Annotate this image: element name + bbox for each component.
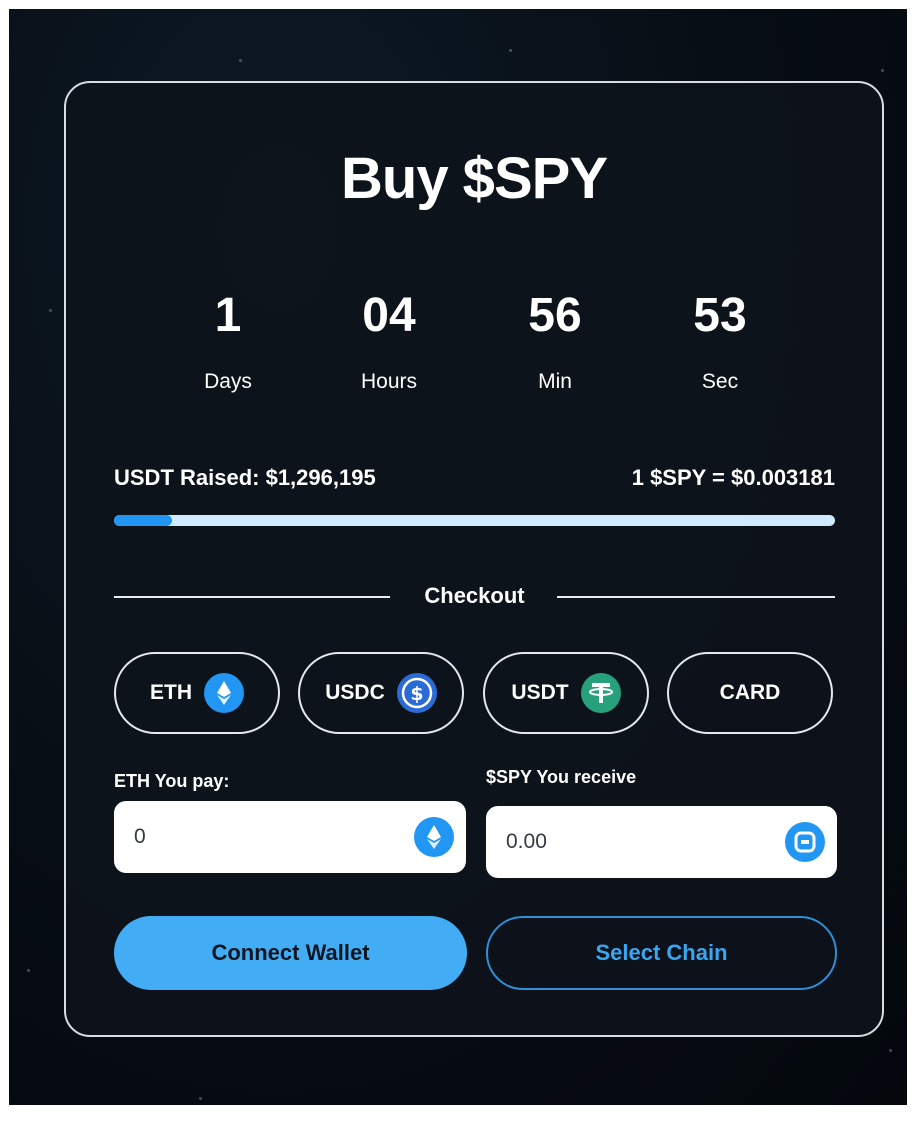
countdown-days-label: Days <box>204 370 252 393</box>
countdown-minutes: 56 Min <box>485 288 625 394</box>
countdown-hours: 04 Hours <box>319 288 459 394</box>
token-price: 1 $SPY = $0.003181 <box>631 465 835 490</box>
svg-text:$: $ <box>410 683 423 705</box>
select-chain-button[interactable]: Select Chain <box>486 916 837 990</box>
connect-wallet-button[interactable]: Connect Wallet <box>114 916 467 990</box>
pay-with-eth-button[interactable]: ETH <box>114 652 280 734</box>
pay-with-card-button[interactable]: CARD <box>667 652 833 734</box>
countdown-seconds-value: 53 <box>693 289 747 342</box>
countdown-minutes-label: Min <box>538 370 572 393</box>
page-background: Buy $SPY 1 Days 04 Hours 56 Min 53 Sec U… <box>9 9 907 1105</box>
pay-amount-input[interactable] <box>134 801 374 873</box>
eth-icon <box>204 673 244 713</box>
widget-title: Buy $SPY <box>341 146 608 211</box>
countdown-seconds: 53 Sec <box>650 288 790 394</box>
spy-token-icon <box>785 822 825 862</box>
raise-progress-bar <box>114 515 835 526</box>
pay-with-usdt-button[interactable]: USDT <box>483 652 649 734</box>
raise-progress-fill <box>114 515 172 526</box>
payment-method-options: ETH USDC $ USDT CARD <box>114 652 835 736</box>
pay-with-usdc-label: USDC <box>325 681 385 704</box>
usdc-icon: $ <box>396 673 437 713</box>
presale-stats: USDT Raised: $1,296,195 1 $SPY = $0.0031… <box>114 465 835 495</box>
countdown-days-value: 1 <box>214 289 242 342</box>
countdown-minutes-value: 56 <box>528 289 582 342</box>
pay-with-card-label: CARD <box>719 681 781 704</box>
divider-line-right <box>557 596 835 598</box>
pay-amount-field[interactable] <box>114 801 466 873</box>
receive-amount-field[interactable] <box>486 806 837 878</box>
countdown-seconds-label: Sec <box>701 370 739 393</box>
checkout-divider: Checkout <box>114 581 835 611</box>
usdt-icon <box>580 673 621 713</box>
countdown-hours-label: Hours <box>360 370 418 393</box>
receive-amount-label: $SPY You receive <box>486 767 637 787</box>
presale-widget: Buy $SPY 1 Days 04 Hours 56 Min 53 Sec U… <box>64 81 884 1037</box>
eth-icon <box>414 817 454 857</box>
receive-amount-input[interactable] <box>506 806 746 878</box>
pay-with-usdc-button[interactable]: USDC $ <box>298 652 464 734</box>
pay-amount-label: ETH You pay: <box>114 771 230 791</box>
pay-with-eth-label: ETH <box>150 681 192 704</box>
countdown-hours-value: 04 <box>362 289 416 342</box>
usdt-raised: USDT Raised: $1,296,195 <box>114 465 376 490</box>
pay-with-usdt-label: USDT <box>511 681 569 704</box>
countdown-timer: 1 Days 04 Hours 56 Min 53 Sec <box>66 288 882 408</box>
countdown-days: 1 Days <box>158 288 298 394</box>
